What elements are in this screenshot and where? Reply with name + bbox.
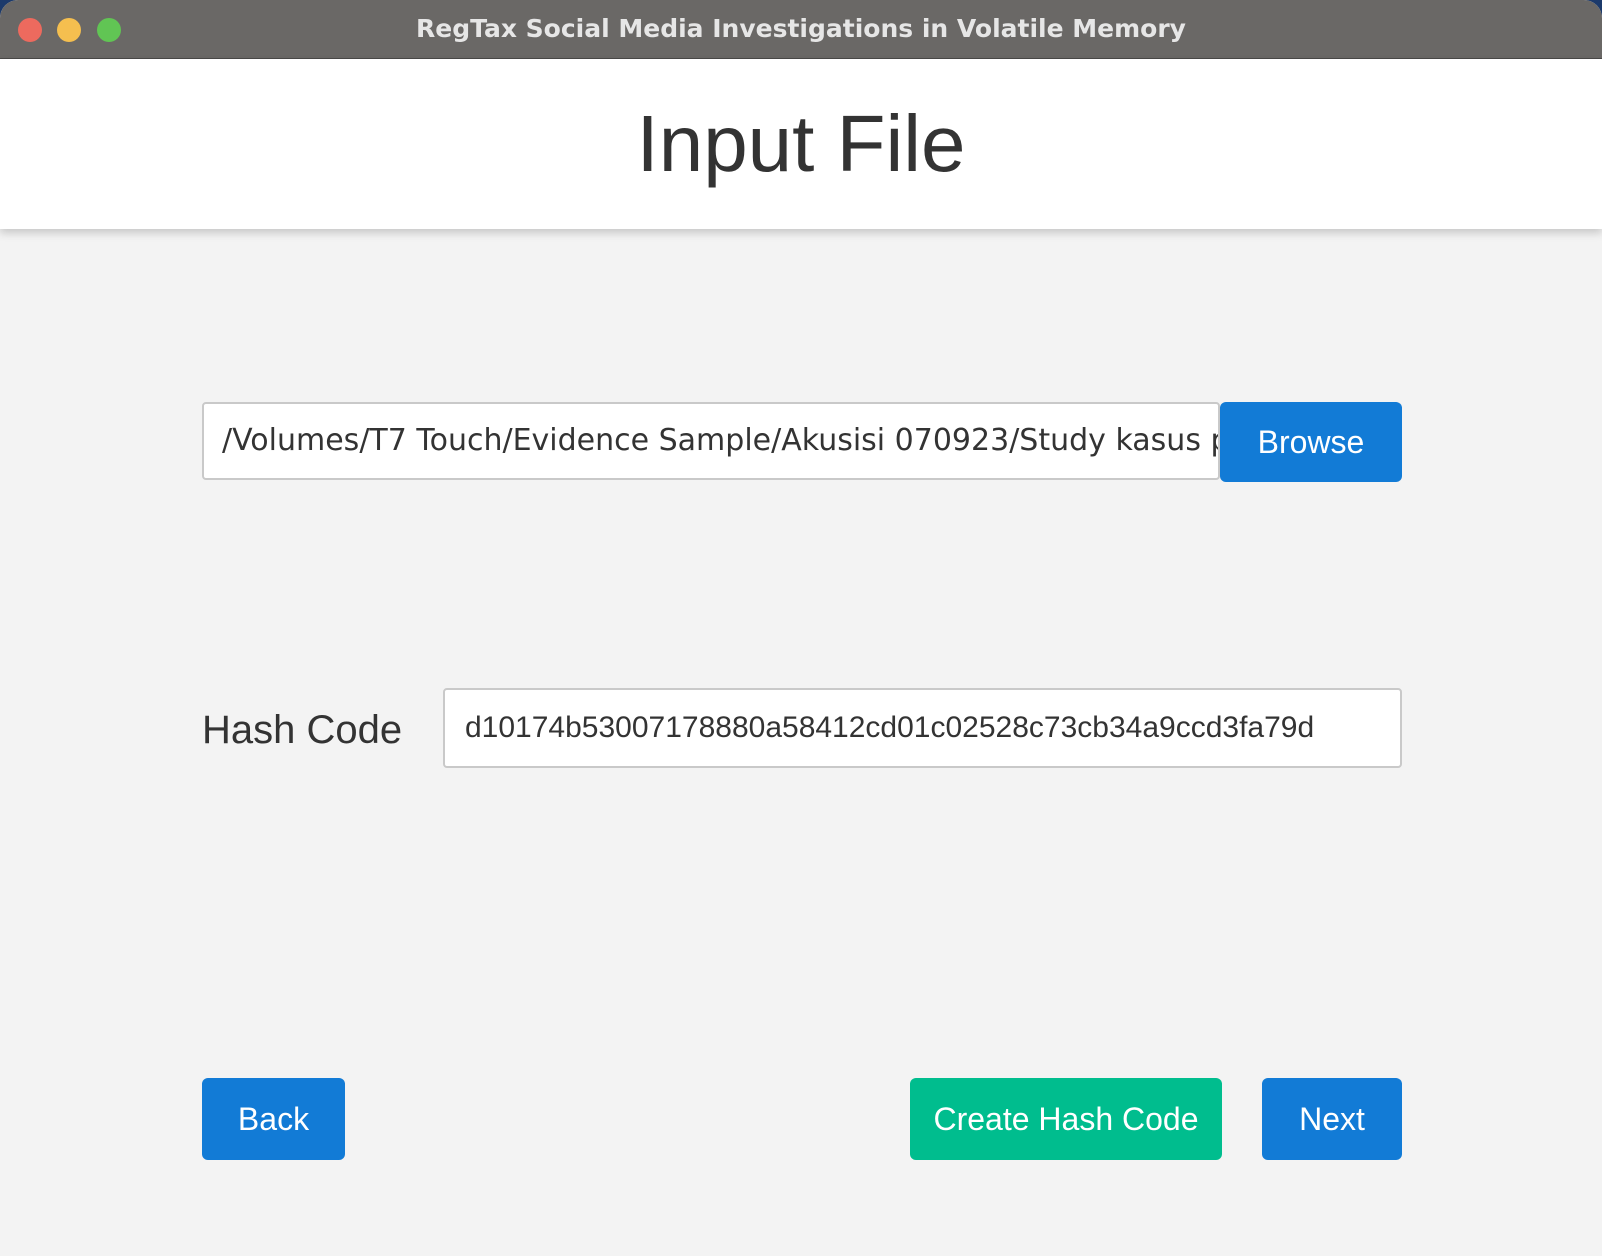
file-path-input[interactable]: /Volumes/T7 Touch/Evidence Sample/Akusis… [202,402,1220,480]
window-title: RegTax Social Media Investigations in Vo… [416,14,1186,43]
title-bar[interactable]: RegTax Social Media Investigations in Vo… [0,0,1602,59]
create-hash-code-button[interactable]: Create Hash Code [910,1078,1222,1160]
page-title: Input File [636,99,966,188]
page-header: Input File [0,59,1602,229]
hash-code-field[interactable]: d10174b53007178880a58412cd01c02528c73cb3… [443,688,1402,768]
app-window: RegTax Social Media Investigations in Vo… [0,0,1602,1256]
next-button[interactable]: Next [1262,1078,1402,1160]
hash-code-label: Hash Code [202,708,403,752]
browse-button[interactable]: Browse [1220,402,1402,482]
back-button[interactable]: Back [202,1078,345,1160]
